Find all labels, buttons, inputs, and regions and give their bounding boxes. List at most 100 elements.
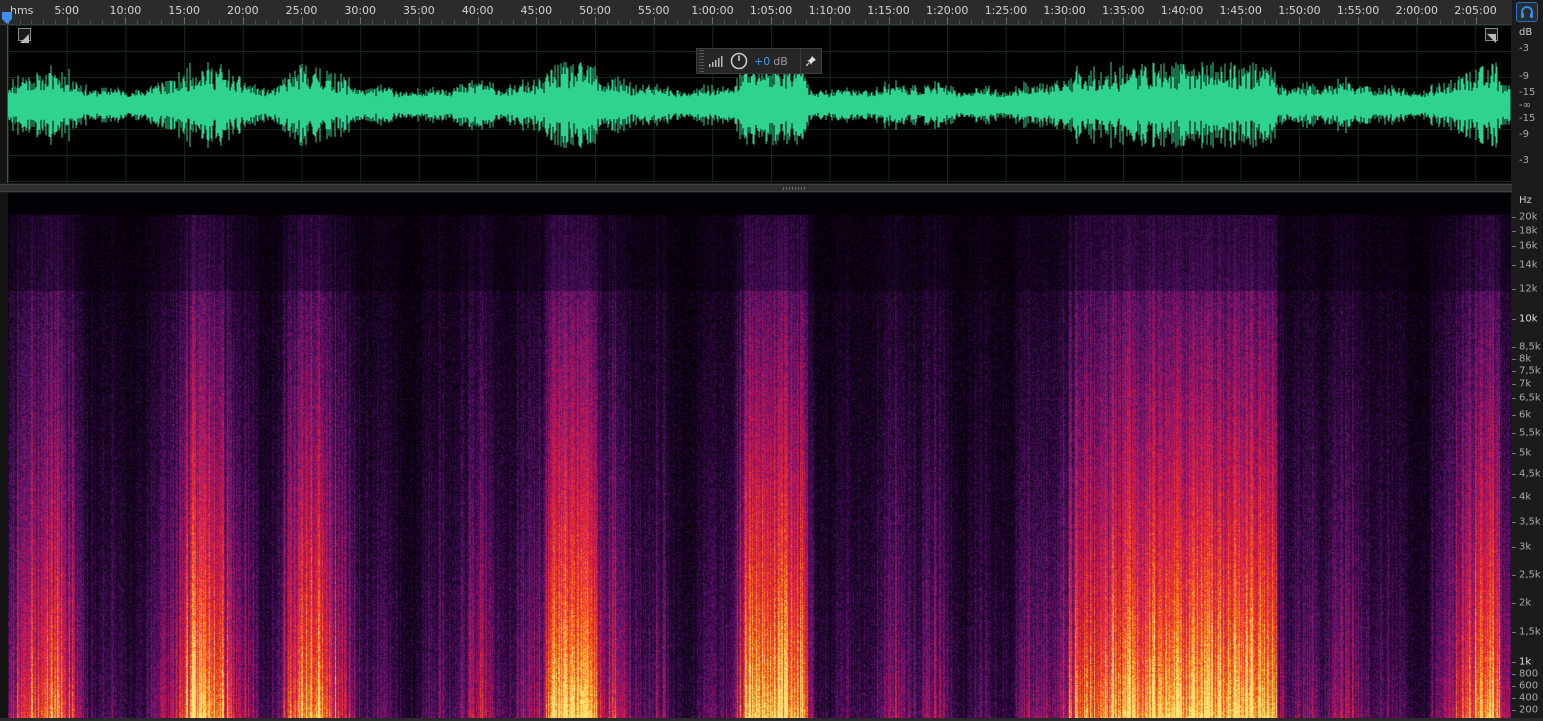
ruler-tick <box>1041 20 1043 24</box>
ruler-tick <box>278 20 280 24</box>
ruler-tick <box>900 20 902 24</box>
ruler-tick <box>1416 17 1418 24</box>
ruler-tick <box>418 17 420 24</box>
hz-label: 8k <box>1519 353 1532 365</box>
hz-label: 6,5k <box>1519 392 1541 404</box>
hz-tick <box>1512 231 1516 232</box>
ruler-tick <box>113 20 115 24</box>
hz-tick <box>1512 347 1516 348</box>
ruler-tick <box>747 20 749 24</box>
hz-label: 7,5k <box>1519 365 1541 377</box>
ruler-tick <box>641 20 643 24</box>
db-label: -9 <box>1519 129 1529 140</box>
time-label: 45:00 <box>520 4 553 17</box>
ruler-tick <box>571 20 573 24</box>
zoom-corner-toggle-right[interactable] <box>1485 28 1498 43</box>
ruler-tick <box>958 20 960 24</box>
hz-tick <box>1512 632 1516 633</box>
hz-label: 2,5k <box>1519 569 1541 581</box>
ruler-tick <box>1322 20 1324 24</box>
hz-tick <box>1512 686 1516 687</box>
ruler-tick <box>1182 17 1183 24</box>
time-label: 1:00:00 <box>691 4 734 17</box>
ruler-tick <box>1452 20 1454 24</box>
spectrogram-view[interactable] <box>8 193 1511 718</box>
ruler-tick <box>231 20 233 24</box>
playhead-marker-icon[interactable] <box>2 12 12 24</box>
ruler-tick <box>911 20 913 24</box>
gain-control[interactable]: +0 dB <box>696 48 822 74</box>
hz-tick <box>1512 319 1516 320</box>
spectrogram-canvas <box>8 193 1511 718</box>
time-label: 35:00 <box>403 4 435 17</box>
ruler-tick <box>501 20 503 24</box>
time-label: 10:00 <box>109 4 142 17</box>
hz-label: 800 <box>1519 668 1539 680</box>
splitter-grip[interactable] <box>783 187 807 190</box>
ruler-tick <box>1228 20 1230 24</box>
ruler-tick <box>137 20 139 24</box>
ruler-tick <box>148 20 150 24</box>
ruler-tick <box>947 17 949 24</box>
timeline-ruler[interactable]: hms 5:00 10:00 15:00 20:00 25:00 30:00 35:00 40… <box>0 0 1512 25</box>
ruler-tick <box>1217 20 1219 24</box>
ruler-tick <box>1440 20 1442 24</box>
ruler-tick <box>395 20 397 24</box>
hz-label: 200 <box>1519 704 1539 716</box>
ruler-tick <box>935 20 937 24</box>
gain-value: +0 <box>754 54 771 68</box>
ruler-tick <box>336 20 338 24</box>
hz-tick <box>1512 384 1516 385</box>
ruler-tick <box>735 20 737 24</box>
ruler-tick <box>442 20 444 24</box>
ruler-tick <box>383 20 385 24</box>
hz-unit-label: Hz <box>1519 195 1532 206</box>
ruler-tick <box>207 20 209 24</box>
hz-label: 16k <box>1519 240 1538 252</box>
ruler-tick <box>1052 20 1054 24</box>
hz-tick <box>1512 453 1516 454</box>
headphones-button[interactable] <box>1516 2 1538 22</box>
hz-label: 7k <box>1519 378 1532 390</box>
time-label: 25:00 <box>285 4 318 17</box>
hz-label: 12k <box>1519 283 1538 295</box>
ruler-tick <box>1005 17 1007 24</box>
pin-button[interactable] <box>800 49 821 73</box>
power-knob-icon[interactable] <box>730 52 748 70</box>
time-label: 5:00 <box>54 4 80 17</box>
hz-label: 400 <box>1519 692 1539 704</box>
ruler-tick <box>712 17 714 24</box>
zoom-corner-toggle-left[interactable] <box>18 28 31 43</box>
ruler-tick <box>653 17 655 24</box>
ruler-tick <box>1334 20 1336 24</box>
gain-readout: +0 dB <box>754 55 788 68</box>
time-label: 1:50:00 <box>1278 4 1321 17</box>
spectrogram-start-marker <box>0 193 8 718</box>
ruler-tick <box>1299 17 1301 24</box>
hz-label: 8,5k <box>1519 341 1541 353</box>
time-label: 40:00 <box>461 4 494 17</box>
ruler-tick <box>1428 20 1430 24</box>
hz-tick <box>1512 289 1516 290</box>
ruler-tick <box>536 17 538 24</box>
panel-splitter[interactable] <box>0 184 1512 192</box>
time-label: 1:05:00 <box>749 4 793 17</box>
ruler-tick <box>1369 20 1371 24</box>
ruler-tick <box>289 20 291 24</box>
ruler-tick <box>242 17 244 24</box>
db-unit-label: dB <box>1519 27 1533 38</box>
ruler-tick <box>266 20 268 24</box>
time-label: 50:00 <box>579 4 611 17</box>
hz-tick <box>1512 698 1516 699</box>
ruler-tick <box>1135 20 1137 24</box>
ruler-tick <box>970 20 972 24</box>
drag-grip[interactable] <box>699 50 704 72</box>
ruler-tick <box>454 20 456 24</box>
time-unit-label: hms <box>10 4 34 17</box>
hz-tick <box>1512 662 1516 663</box>
ruler-tick <box>888 17 890 24</box>
ruler-tick <box>700 20 702 24</box>
pin-icon <box>806 56 816 66</box>
ruler-tick <box>583 20 585 24</box>
hz-tick <box>1512 497 1516 498</box>
